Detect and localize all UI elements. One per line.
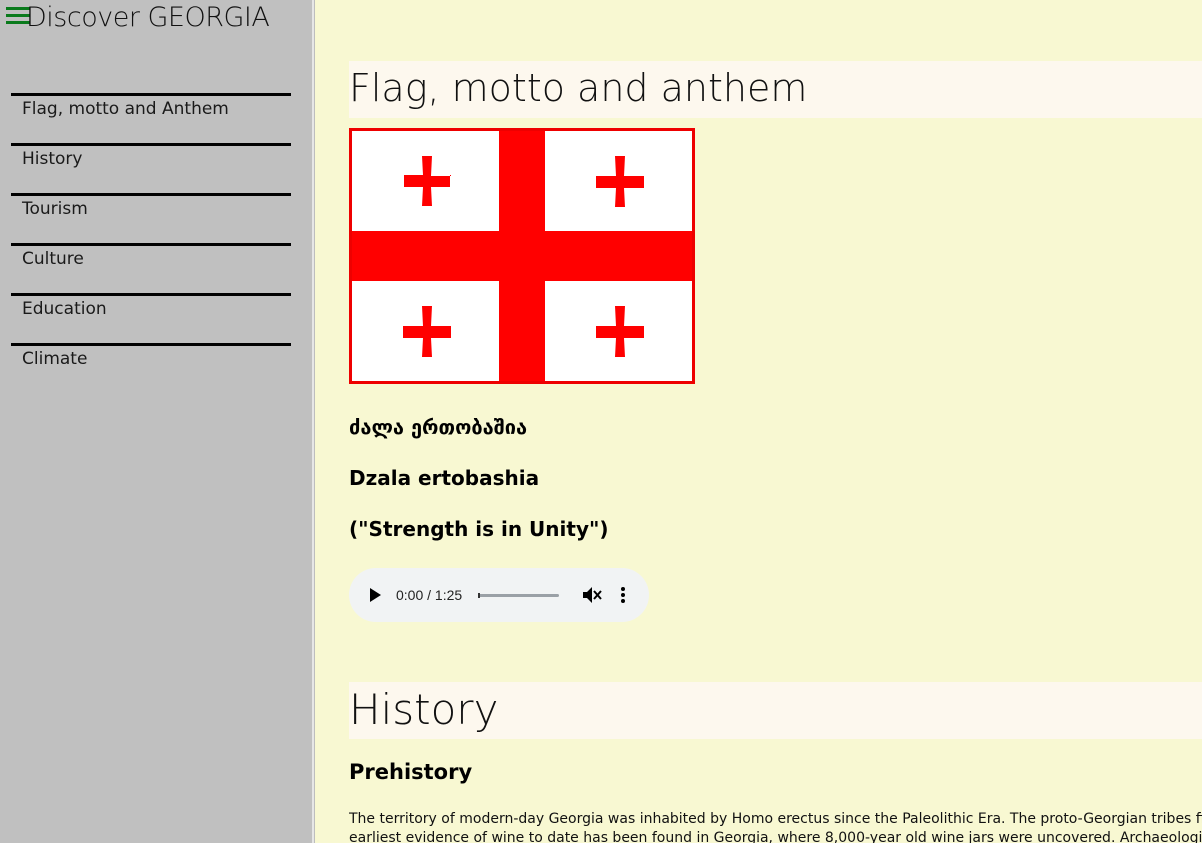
audio-progress-track[interactable] <box>478 594 559 597</box>
georgia-flag-image <box>349 128 695 384</box>
audio-progress-thumb[interactable] <box>478 593 480 598</box>
sidebar-divider <box>312 0 315 843</box>
nav-item-culture[interactable]: Culture <box>11 243 291 293</box>
audio-time: 0:00 / 1:25 <box>396 587 463 603</box>
motto-transliteration: Dzala ertobashia <box>349 466 540 490</box>
muted-speaker-icon[interactable] <box>582 586 602 604</box>
sidebar: Discover GEORGIA Flag, motto and Anthem … <box>0 0 312 843</box>
section-title-flag: Flag, motto and anthem <box>349 61 1202 118</box>
motto-english: ("Strength is in Unity") <box>349 517 609 541</box>
prehistory-paragraph: The territory of modern-day Georgia was … <box>349 810 1202 843</box>
prehistory-line-1: The territory of modern-day Georgia was … <box>349 811 1202 827</box>
play-icon[interactable] <box>370 588 381 602</box>
nav-item-tourism[interactable]: Tourism <box>11 193 291 243</box>
nav-item-education[interactable]: Education <box>11 293 291 343</box>
subheading-prehistory: Prehistory <box>349 760 473 784</box>
sidebar-nav: Flag, motto and Anthem History Tourism C… <box>11 93 291 393</box>
more-vertical-icon[interactable] <box>620 586 626 604</box>
motto-georgian: ძალა ერთობაშია <box>349 415 528 439</box>
main-content: Flag, motto and anthem ძალა ერთობაშია Dz… <box>349 0 1202 843</box>
prehistory-line-2: earliest evidence of wine to date has be… <box>349 830 1202 843</box>
nav-item-history[interactable]: History <box>11 143 291 193</box>
nav-item-flag[interactable]: Flag, motto and Anthem <box>11 93 291 143</box>
site-brand: Discover GEORGIA <box>26 2 270 33</box>
nav-item-climate[interactable]: Climate <box>11 343 291 393</box>
anthem-audio-player[interactable]: 0:00 / 1:25 <box>349 568 649 622</box>
flag-graphic <box>352 131 692 381</box>
section-title-history: History <box>349 682 1202 739</box>
